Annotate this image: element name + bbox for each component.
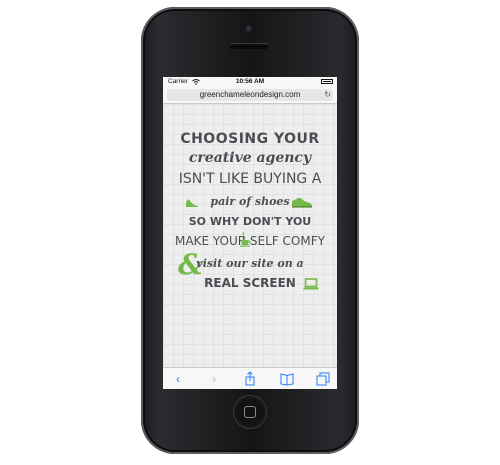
sneaker-icon: [292, 198, 312, 208]
coffee-cup-icon: [240, 232, 251, 247]
headline-line-1: CHOOSING YOUR: [180, 131, 320, 147]
back-icon[interactable]: ‹: [170, 371, 186, 387]
phone-screen: Carrier 10:56 AM greenchameleondesign.co…: [163, 77, 337, 389]
browser-toolbar: ‹ ›: [163, 367, 337, 389]
speaker-grille: [229, 43, 269, 49]
battery-icon: [321, 79, 333, 84]
headline-line-2: creative agency: [188, 150, 312, 166]
forward-icon[interactable]: ›: [206, 371, 222, 387]
bookmarks-icon[interactable]: [279, 371, 295, 387]
url-field[interactable]: greenchameleondesign.com: [167, 89, 333, 101]
reload-icon[interactable]: ↻: [324, 89, 331, 101]
headline-line-3: ISN'T LIKE BUYING A: [178, 171, 322, 187]
status-time: 10:56 AM: [235, 78, 265, 85]
share-icon[interactable]: [242, 371, 258, 387]
laptop-icon: [303, 278, 319, 290]
address-bar: greenchameleondesign.com ↻: [163, 87, 337, 104]
headline-line-5: SO WHY DON'T YOU: [188, 215, 312, 228]
web-content: CHOOSING YOUR creative agency ISN'T LIKE…: [163, 104, 337, 367]
camera-icon: [245, 25, 254, 34]
tabs-icon[interactable]: [315, 371, 331, 387]
home-button-square: [244, 406, 256, 418]
status-bar: Carrier 10:56 AM: [163, 77, 337, 87]
headline-line-7: visit our site on a: [196, 257, 304, 270]
